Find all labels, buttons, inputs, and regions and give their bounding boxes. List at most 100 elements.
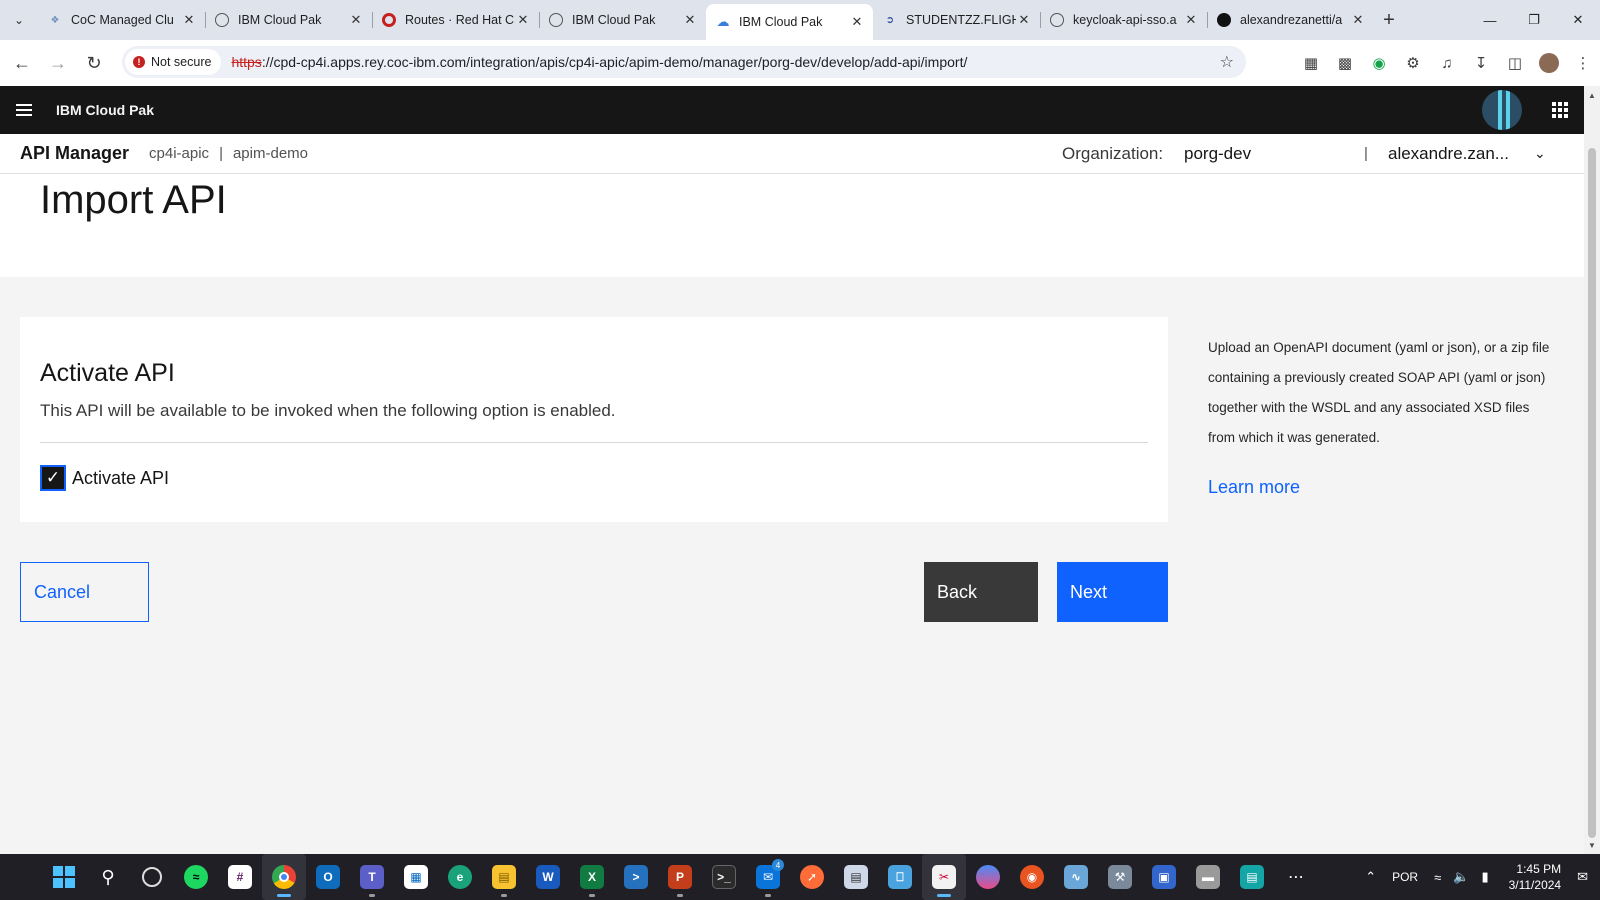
- close-tab-icon[interactable]: ✕: [1183, 12, 1199, 28]
- hardware-icon[interactable]: ▬: [1186, 854, 1230, 900]
- new-tab-plus-icon[interactable]: +: [1374, 4, 1404, 36]
- clock-time: 1:45 PM: [1516, 862, 1562, 876]
- powerpoint-icon[interactable]: P: [658, 854, 702, 900]
- scroll-thumb[interactable]: [1588, 148, 1596, 838]
- paint-icon[interactable]: [966, 854, 1010, 900]
- learn-more-link[interactable]: Learn more: [1208, 477, 1300, 498]
- avatar: [1539, 53, 1559, 73]
- more-apps-icon[interactable]: ⋯: [1274, 854, 1318, 900]
- task-view-icon[interactable]: [130, 854, 174, 900]
- extension-icon-1[interactable]: ▦: [1294, 54, 1328, 72]
- brand-name[interactable]: IBM Cloud Pak: [56, 102, 154, 118]
- next-button[interactable]: Next: [1057, 562, 1168, 622]
- search-icon[interactable]: ⚲: [86, 854, 130, 900]
- hamburger-menu-icon[interactable]: [0, 86, 48, 134]
- app-icon-teal[interactable]: ▤: [1230, 854, 1274, 900]
- grammarly-icon[interactable]: ◉: [1362, 54, 1396, 72]
- browser-menu-icon[interactable]: ⋮: [1566, 54, 1600, 72]
- network-app-icon[interactable]: ▣: [1142, 854, 1186, 900]
- browser-tab-5-active[interactable]: ☁ IBM Cloud Pak ✕: [706, 4, 873, 40]
- cancel-button[interactable]: Cancel: [20, 562, 149, 622]
- snipping-tool-icon[interactable]: ✂: [922, 854, 966, 900]
- product-name[interactable]: API Manager: [20, 143, 129, 164]
- input-language[interactable]: POR: [1392, 870, 1418, 884]
- download-icon[interactable]: ↧: [1464, 54, 1498, 72]
- user-menu[interactable]: alexandre.zan...: [1388, 144, 1509, 164]
- reload-icon[interactable]: ↻: [76, 45, 112, 81]
- side-panel-icon[interactable]: ◫: [1498, 54, 1532, 72]
- browser-tab-4[interactable]: IBM Cloud Pak ✕: [539, 4, 706, 36]
- media-control-icon[interactable]: ♫: [1430, 55, 1464, 72]
- terminal-icon[interactable]: >_: [702, 854, 746, 900]
- extension-icon-2[interactable]: ▩: [1328, 54, 1362, 72]
- notepad-icon[interactable]: ▤: [834, 854, 878, 900]
- close-tab-icon[interactable]: ✕: [181, 12, 197, 28]
- store-icon[interactable]: ▦: [394, 854, 438, 900]
- browser-tab-6[interactable]: ➲ STUDENTZZ.FLIGH ✕: [873, 4, 1040, 36]
- activate-api-checkbox-row[interactable]: ✓ Activate API: [40, 465, 169, 491]
- edge-icon[interactable]: e: [438, 854, 482, 900]
- volume-icon[interactable]: 🔈: [1453, 869, 1469, 885]
- close-tab-icon[interactable]: ✕: [849, 14, 865, 30]
- scroll-up-arrow-icon[interactable]: ▲: [1584, 88, 1600, 102]
- close-tab-icon[interactable]: ✕: [515, 12, 531, 28]
- mail-badge: 4: [772, 859, 784, 871]
- browser-tab-7[interactable]: keycloak-api-sso.a ✕: [1040, 4, 1207, 36]
- organization-selector[interactable]: porg-dev: [1184, 144, 1251, 164]
- remote-desktop-icon[interactable]: ⎕: [878, 854, 922, 900]
- file-explorer-icon[interactable]: ▤: [482, 854, 526, 900]
- postman-icon[interactable]: ➚: [790, 854, 834, 900]
- activate-api-label[interactable]: Activate API: [72, 468, 169, 489]
- activate-api-card: Activate API This API will be available …: [20, 317, 1168, 522]
- battery-icon[interactable]: ▮: [1481, 869, 1488, 885]
- tab-title: keycloak-api-sso.a: [1073, 13, 1177, 27]
- browser-tab-2[interactable]: IBM Cloud Pak ✕: [205, 4, 372, 36]
- spotify-icon[interactable]: ≈: [174, 854, 218, 900]
- app-switcher-icon[interactable]: [1536, 86, 1584, 134]
- back-arrow-icon[interactable]: ←: [4, 45, 40, 81]
- word-icon[interactable]: W: [526, 854, 570, 900]
- clock[interactable]: 1:45 PM 3/11/2024: [1509, 861, 1562, 893]
- globe-icon: [215, 13, 229, 27]
- show-hidden-icons-chevron-icon[interactable]: ⌃: [1365, 869, 1376, 885]
- chevron-down-icon[interactable]: ⌄: [1534, 145, 1546, 162]
- close-tab-icon[interactable]: ✕: [1350, 12, 1366, 28]
- forward-arrow-icon[interactable]: →: [40, 45, 76, 81]
- slack-icon[interactable]: #: [218, 854, 262, 900]
- scroll-down-arrow-icon[interactable]: ▼: [1584, 838, 1600, 852]
- restore-icon[interactable]: ❐: [1512, 0, 1556, 40]
- mail-icon[interactable]: ✉ 4: [746, 854, 790, 900]
- powershell-icon[interactable]: >: [614, 854, 658, 900]
- wifi-icon[interactable]: ≈: [1434, 870, 1441, 885]
- assistant-orb-icon[interactable]: [1482, 90, 1522, 130]
- notifications-icon[interactable]: ✉: [1577, 869, 1588, 885]
- minimize-icon[interactable]: —: [1468, 0, 1512, 40]
- url-text[interactable]: https://cpd-cp4i.apps.rey.coc-ibm.com/in…: [231, 54, 967, 70]
- close-window-icon[interactable]: ✕: [1556, 0, 1600, 40]
- extensions-puzzle-icon[interactable]: ⚙: [1396, 54, 1430, 72]
- profile-avatar[interactable]: [1532, 53, 1566, 73]
- excel-icon[interactable]: X: [570, 854, 614, 900]
- close-tab-icon[interactable]: ✕: [682, 12, 698, 28]
- start-windows-icon[interactable]: [42, 854, 86, 900]
- teams-icon[interactable]: T: [350, 854, 394, 900]
- browser-tab-8[interactable]: alexandrezanetti/a ✕: [1207, 4, 1374, 36]
- browser-tab-1[interactable]: ❖ CoC Managed Clu ✕: [38, 4, 205, 36]
- outlook-icon[interactable]: O: [306, 854, 350, 900]
- resource-monitor-icon[interactable]: ∿: [1054, 854, 1098, 900]
- back-button[interactable]: Back: [924, 562, 1038, 622]
- chrome-icon[interactable]: [262, 854, 306, 900]
- activate-api-checkbox[interactable]: ✓: [40, 465, 66, 491]
- address-bar[interactable]: ! Not secure https://cpd-cp4i.apps.rey.c…: [122, 46, 1246, 78]
- not-secure-label: Not secure: [151, 55, 212, 69]
- page-scrollbar[interactable]: ▲ ▼: [1584, 86, 1600, 854]
- ubuntu-icon[interactable]: ◉: [1010, 854, 1054, 900]
- close-tab-icon[interactable]: ✕: [1016, 12, 1032, 28]
- not-secure-chip[interactable]: ! Not secure: [125, 49, 222, 75]
- tab-search-chevron-icon[interactable]: ⌄: [0, 0, 38, 40]
- browser-tab-3[interactable]: Routes · Red Hat C ✕: [372, 4, 539, 36]
- bookmark-star-icon[interactable]: ☆: [1220, 52, 1234, 72]
- tools-icon[interactable]: ⚒: [1098, 854, 1142, 900]
- close-tab-icon[interactable]: ✕: [348, 12, 364, 28]
- tab-title: alexandrezanetti/a: [1240, 13, 1343, 27]
